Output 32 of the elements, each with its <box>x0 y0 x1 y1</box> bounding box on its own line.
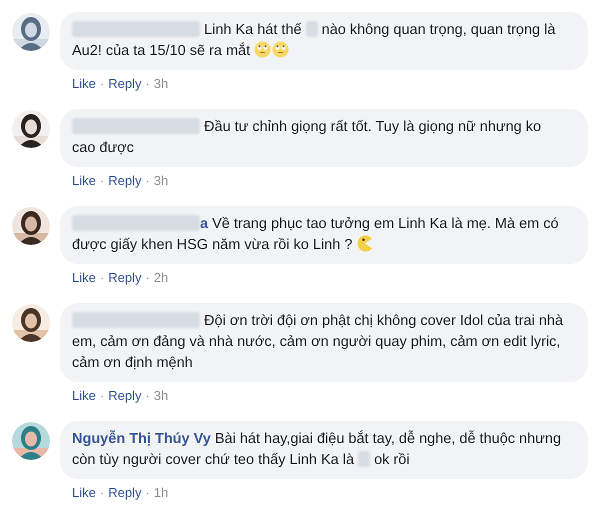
comment-action-link[interactable]: Like <box>72 388 96 404</box>
blurred-redaction <box>306 21 318 37</box>
separator-dot: · <box>144 270 151 286</box>
comment-text: Linh Ka hát thế nào không quan trọng, quan trọng là Au2! của ta 15/10 sẽ ra mắt <box>72 20 556 61</box>
comment-text: Nguyễn Thị Thúy Vy Bài hát hay,giai điệu bắt tay, dễ nghe, dễ thuộc nhưng còn tùy người cover chứ teo thấy Linh Ka là ok rồi <box>72 429 562 470</box>
comment-action-link[interactable]: Like <box>72 485 96 501</box>
comment-action-link[interactable]: Like <box>72 173 96 189</box>
blurred-redaction <box>358 451 370 467</box>
comment-action-link[interactable]: Reply <box>108 173 142 189</box>
comment-action-link[interactable]: Reply <box>108 76 142 92</box>
separator-dot: · <box>98 270 106 286</box>
separator-dot: · <box>144 485 151 501</box>
separator-dot: · <box>98 173 106 189</box>
comment-action-link[interactable]: Reply <box>108 270 142 286</box>
separator-dot: · <box>144 76 151 92</box>
comment-action-link[interactable]: Like <box>72 76 96 92</box>
separator-dot: · <box>98 76 106 92</box>
rolling-eyes-emoji-icon <box>254 41 272 58</box>
author-name-link[interactable]: Nguyễn Thị Thúy Vy <box>72 431 211 447</box>
separator-dot: · <box>98 388 106 404</box>
comment-text: Đầu tư chỉnh giọng rất tốt. Tuy là giọng nữ nhưng ko cao được <box>72 117 542 158</box>
pacman-icon <box>356 235 374 252</box>
comment-action-link[interactable]: Reply <box>108 388 142 404</box>
separator-dot: · <box>98 485 106 501</box>
separator-dot: · <box>144 388 151 404</box>
comment-action-link[interactable]: Like <box>72 270 96 286</box>
comment-text: Đội ơn trời đội ơn phật chị không cover Idol của trai nhà em, cảm ơn đảng và nhà nước, cảm ơn người quay phim, cảm ơn edit lyric, cảm ơn định mệnh <box>72 311 564 373</box>
separator-dot: · <box>144 173 151 189</box>
comment-action-link[interactable]: Reply <box>108 485 142 501</box>
comment-text: a Về trang phục tao tưởng em Linh Ka là mẹ. Mà em có được giấy khen HSG năm vừa rồi ko Linh ? <box>72 214 560 255</box>
author-name-link[interactable]: a <box>200 216 208 232</box>
rolling-eyes-emoji-icon <box>272 41 290 58</box>
